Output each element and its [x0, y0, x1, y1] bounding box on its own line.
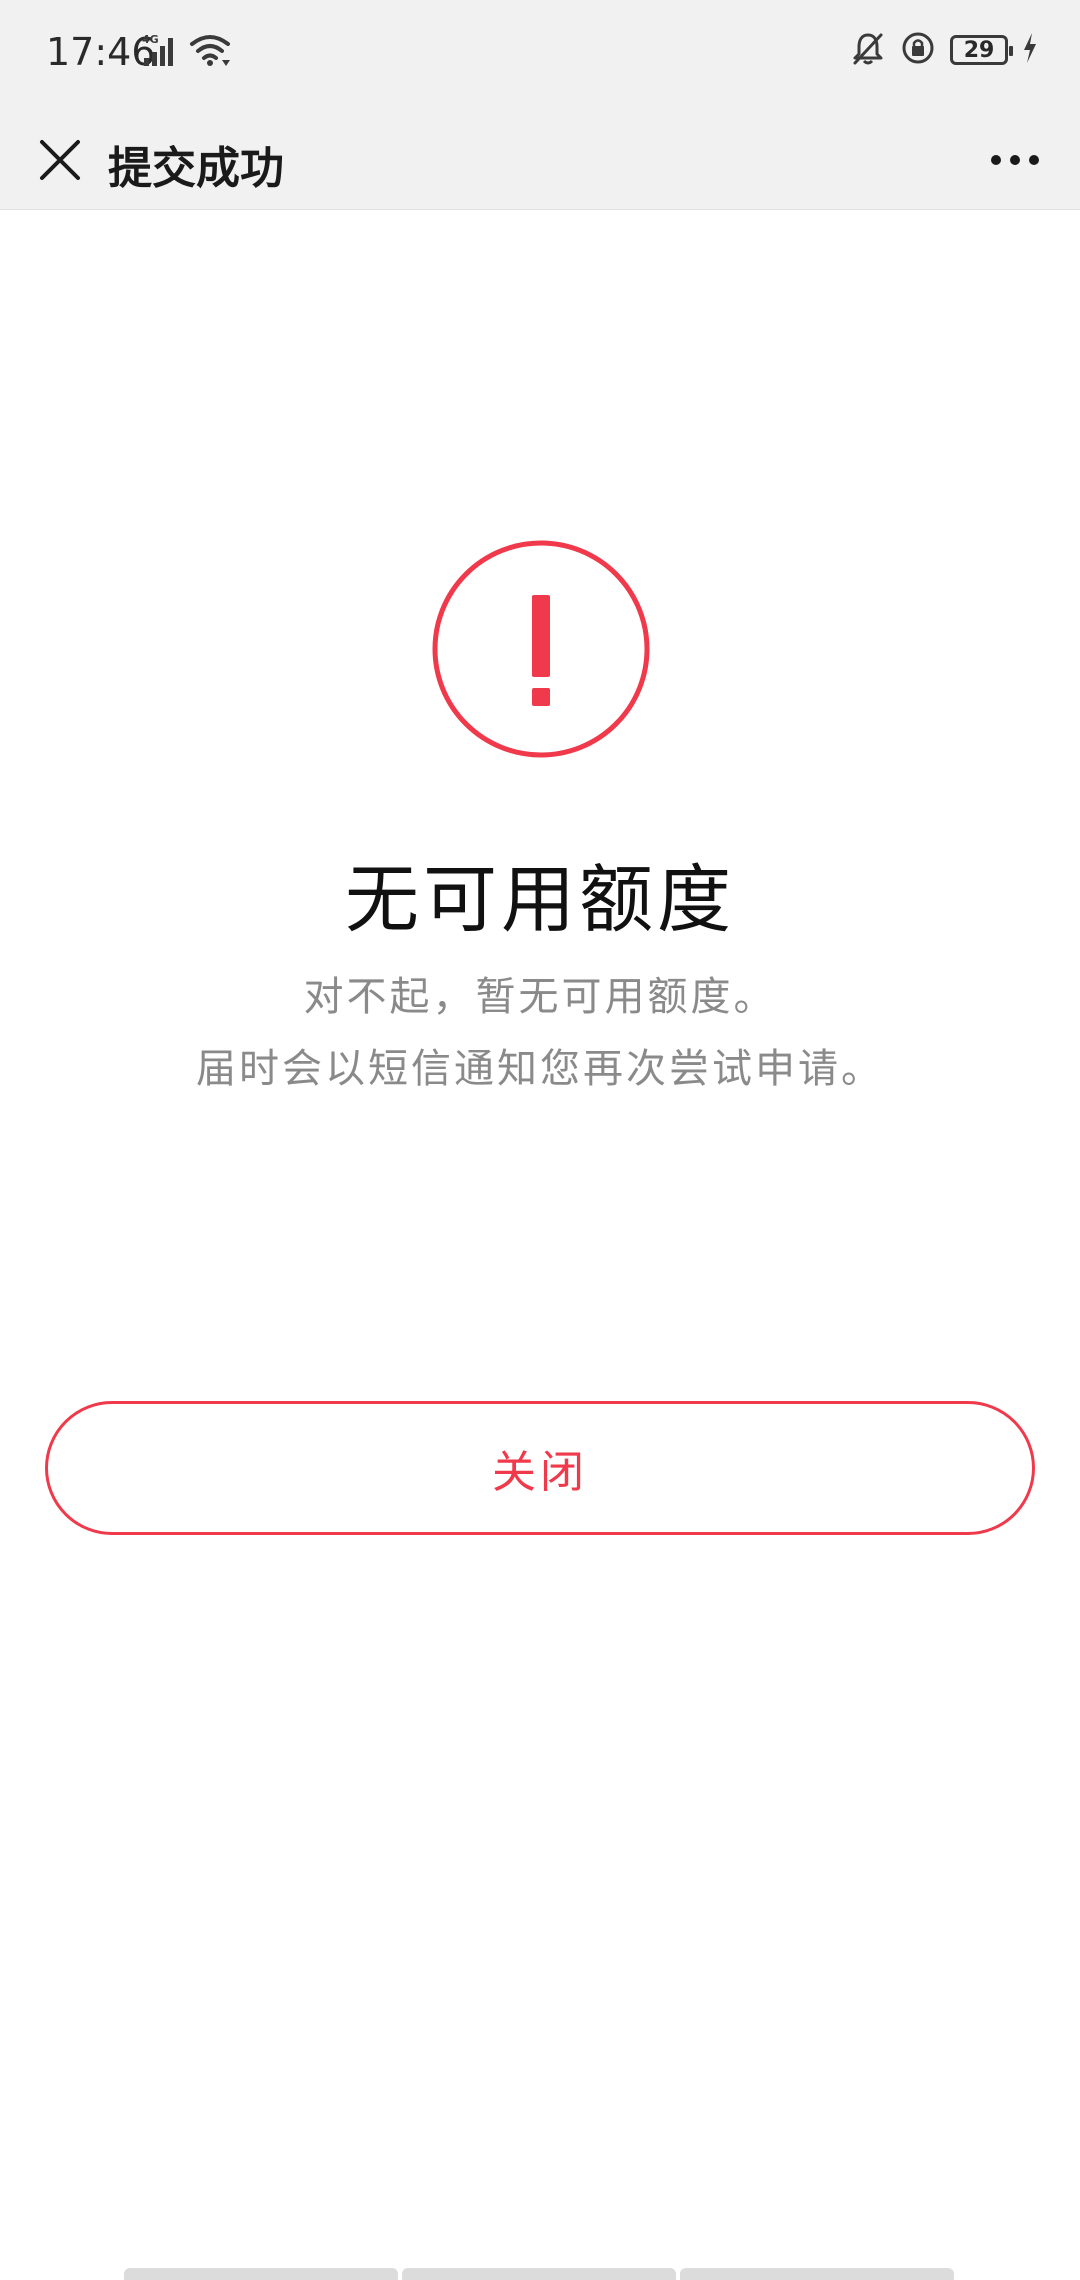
bottom-tab[interactable]: [402, 2268, 676, 2280]
warning-icon: [432, 540, 650, 758]
charging-icon: [1022, 31, 1038, 69]
nav-bar: 提交成功: [0, 110, 1080, 210]
status-time: 17:46: [46, 30, 156, 74]
bottom-tab-strip: [124, 2268, 954, 2280]
result-description-line1: 对不起，暂无可用额度。: [303, 974, 777, 1020]
rotation-lock-icon: [900, 30, 936, 70]
wifi-icon: [188, 32, 232, 72]
bottom-tab[interactable]: [124, 2268, 398, 2280]
mute-bell-icon: [850, 30, 886, 70]
page-title: 提交成功: [108, 143, 284, 194]
status-right-icons: 29: [850, 30, 1038, 70]
status-left-icons: 4G: [142, 32, 232, 72]
battery-icon: 29: [950, 35, 1013, 65]
bottom-tab[interactable]: [680, 2268, 954, 2280]
network-label: 4G: [142, 33, 159, 46]
close-button[interactable]: 关闭: [45, 1401, 1035, 1535]
close-icon[interactable]: [28, 128, 92, 192]
status-bar: 17:46 4G 29: [0, 0, 1080, 110]
more-icon[interactable]: [980, 128, 1050, 192]
result-title: 无可用额度: [345, 857, 735, 943]
result-description-line2: 届时会以短信通知您再次尝试申请。: [196, 1046, 884, 1092]
battery-level: 29: [963, 37, 995, 63]
signal-icon: 4G: [142, 32, 180, 72]
